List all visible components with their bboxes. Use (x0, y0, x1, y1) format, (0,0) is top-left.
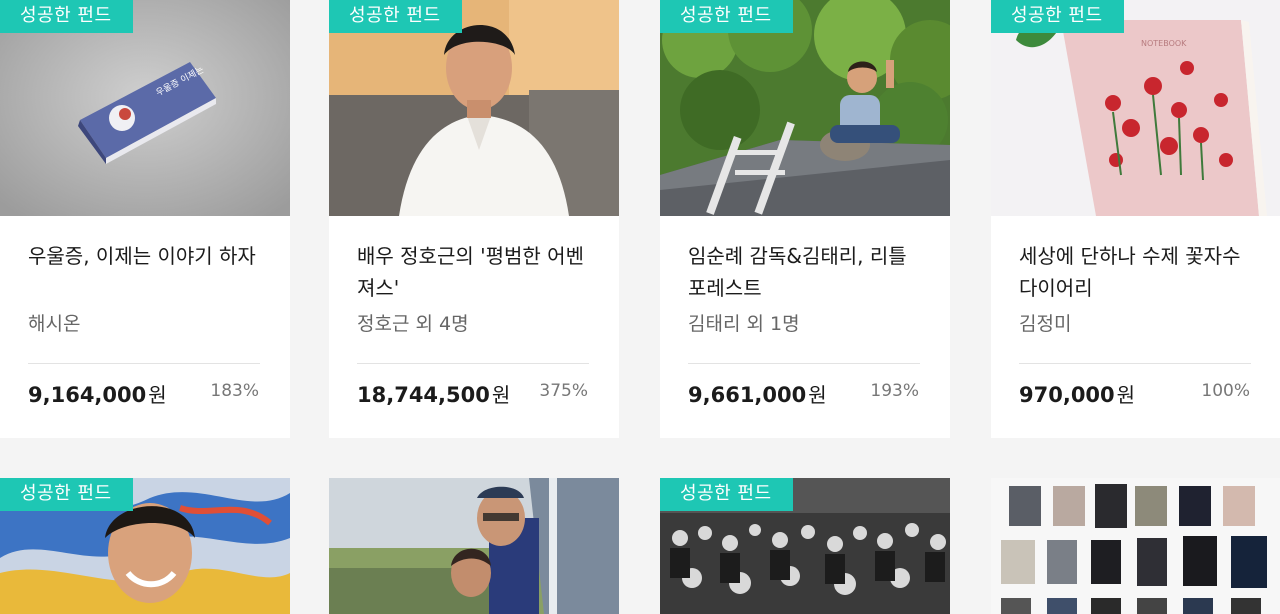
currency-unit: 원 (808, 383, 827, 407)
fund-thumbnail-diary[interactable]: NOTEBOOK 성공한 펀드 (991, 0, 1280, 216)
divider (357, 363, 589, 364)
fund-percent: 183% (210, 381, 259, 401)
success-fund-badge: 성공한 펀드 (991, 0, 1124, 33)
fund-title[interactable]: 세상에 단하나 수제 꽃자수 다이어리 (1019, 240, 1253, 304)
amount-value: 970,000 (1019, 383, 1115, 407)
fund-card[interactable]: 우울증 이제는 성공한 펀드 우울증, 이제는 이야기 하자 해시온 9,164… (0, 0, 290, 438)
fund-percent: 375% (539, 381, 588, 401)
fund-title[interactable]: 우울증, 이제는 이야기 하자 (28, 240, 262, 304)
success-fund-badge: 성공한 펀드 (660, 478, 793, 511)
fund-thumbnail-train[interactable] (329, 478, 619, 614)
fund-amount: 9,661,000 원 (688, 379, 827, 408)
fund-percent: 193% (870, 381, 919, 401)
fund-author: 김정미 (1019, 313, 1072, 335)
divider (28, 363, 260, 364)
fund-author: 해시온 (28, 313, 81, 335)
fund-author: 김태리 외 1명 (688, 313, 800, 335)
success-fund-badge: 성공한 펀드 (660, 0, 793, 33)
fund-title[interactable]: 배우 정호근의 '평범한 어벤져스' (357, 240, 591, 304)
fund-amount: 9,164,000 원 (28, 379, 167, 408)
fund-card[interactable]: 성공한 펀드 (0, 478, 290, 614)
fund-thumbnail-portrait[interactable]: 성공한 펀드 (329, 0, 619, 216)
fund-card[interactable]: 성공한 펀드 임순례 감독&김태리, 리틀 포레스트 김태리 외 1명 9,66… (660, 0, 950, 438)
fund-percent: 100% (1201, 381, 1250, 401)
fund-thumbnail-rooftop[interactable]: 성공한 펀드 (660, 0, 950, 216)
fund-author: 정호근 외 4명 (357, 313, 469, 335)
fund-amount: 18,744,500 원 (357, 379, 510, 408)
fund-card[interactable]: NOTEBOOK 성공한 펀드 세상에 단하나 수제 꽃자수 다이어리 김정미 … (991, 0, 1280, 438)
fund-amount: 970,000 원 (1019, 379, 1135, 408)
fund-card[interactable] (329, 478, 619, 614)
amount-value: 18,744,500 (357, 383, 490, 407)
currency-unit: 원 (1116, 383, 1136, 407)
fund-thumbnail-clothes[interactable] (991, 478, 1280, 614)
fund-card[interactable] (991, 478, 1280, 614)
amount-value: 9,661,000 (688, 383, 807, 407)
fund-thumbnail-graffiti[interactable]: 성공한 펀드 (0, 478, 290, 614)
divider (1019, 363, 1251, 364)
fund-card[interactable]: 성공한 펀드 배우 정호근의 '평범한 어벤져스' 정호근 외 4명 18,74… (329, 0, 619, 438)
success-fund-badge: 성공한 펀드 (0, 478, 133, 511)
success-fund-badge: 성공한 펀드 (0, 0, 133, 33)
fund-thumbnail-crowd-photo[interactable]: 성공한 펀드 (660, 478, 950, 614)
divider (688, 363, 920, 364)
diary-label: NOTEBOOK (1141, 39, 1187, 48)
success-fund-badge: 성공한 펀드 (329, 0, 462, 33)
currency-unit: 원 (148, 383, 167, 407)
fund-title[interactable]: 임순례 감독&김태리, 리틀 포레스트 (688, 240, 922, 304)
currency-unit: 원 (491, 383, 511, 407)
fund-card[interactable]: 성공한 펀드 (660, 478, 950, 614)
fund-card-grid: 우울증 이제는 성공한 펀드 우울증, 이제는 이야기 하자 해시온 9,164… (0, 0, 1280, 614)
fund-thumbnail-book[interactable]: 우울증 이제는 성공한 펀드 (0, 0, 290, 216)
amount-value: 9,164,000 (28, 383, 147, 407)
